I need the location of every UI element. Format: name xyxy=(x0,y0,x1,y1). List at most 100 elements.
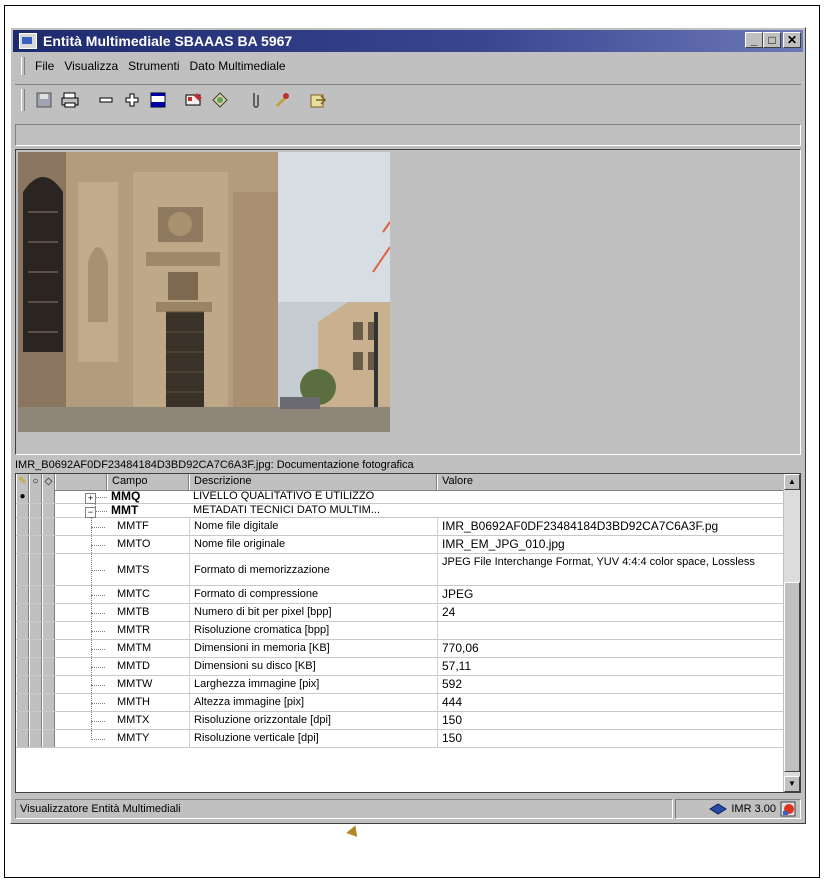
version-label: IMR 3.00 xyxy=(731,803,776,815)
table-row[interactable]: MMTS Formato di memorizzazione JPEG File… xyxy=(16,554,784,586)
header-valore[interactable]: Valore xyxy=(437,474,784,490)
header-descrizione[interactable]: Descrizione xyxy=(189,474,437,490)
row-selected-bullet: ● xyxy=(16,490,29,503)
circle-column-icon: ○ xyxy=(29,474,42,490)
menu-bar: File Visualizza Strumenti Dato Multimedi… xyxy=(15,56,801,76)
valore-cell[interactable]: JPEG xyxy=(437,586,784,603)
scroll-thumb[interactable] xyxy=(784,582,800,772)
book-icon xyxy=(709,803,728,815)
scroll-up-icon[interactable]: ▲ xyxy=(784,474,800,490)
valore-cell[interactable]: IMR_EM_JPG_010.jpg xyxy=(437,536,784,553)
table-row[interactable]: MMTX Risoluzione orizzontale [dpi] 150 xyxy=(16,712,784,730)
close-button[interactable]: ✕ xyxy=(783,32,801,48)
valore-cell[interactable]: IMR_B0692AF0DF23484184D3BD92CA7C6A3F.pg xyxy=(437,518,784,535)
status-bar: Visualizzatore Entità Multimediali IMR 3… xyxy=(15,798,801,820)
status-version-panel: IMR 3.00 xyxy=(675,799,801,819)
photo-image xyxy=(18,152,390,432)
metadata-grid[interactable]: ✎ ○ ◇ Campo Descrizione Valore ● + MMQ L… xyxy=(15,473,801,793)
app-window: Entità Multimediale SBAAAS BA 5967 _ □ ✕… xyxy=(10,27,806,824)
alert-icon[interactable] xyxy=(780,801,796,817)
descrizione-cell: Larghezza immagine [pix] xyxy=(189,676,437,693)
table-row[interactable]: MMTY Risoluzione verticale [dpi] 150 xyxy=(16,730,784,748)
descrizione-cell: Risoluzione verticale [dpi] xyxy=(189,730,437,747)
group-row-mmq[interactable]: ● + MMQ LIVELLO QUALITATIVO E UTILIZZO xyxy=(16,490,784,504)
tree-column-header xyxy=(55,474,107,490)
image-icon[interactable] xyxy=(209,89,231,111)
descrizione-cell: Altezza immagine [pix] xyxy=(189,694,437,711)
valore-cell[interactable]: 150 xyxy=(437,730,784,747)
valore-cell[interactable] xyxy=(437,622,784,639)
maximize-button[interactable]: □ xyxy=(763,32,781,48)
campo-cell: MMTY xyxy=(117,732,150,744)
table-row[interactable]: MMTC Formato di compressione JPEG xyxy=(16,586,784,604)
grid-rows: ● + MMQ LIVELLO QUALITATIVO E UTILIZZO −… xyxy=(16,490,784,792)
campo-cell: MMTB xyxy=(117,606,150,618)
descrizione-cell: Dimensioni in memoria [KB] xyxy=(189,640,437,657)
campo-cell: MMTS xyxy=(117,564,150,576)
descrizione-cell: METADATI TECNICI DATO MULTIM... xyxy=(193,504,381,516)
valore-cell[interactable]: 444 xyxy=(437,694,784,711)
edit-column-icon: ✎ xyxy=(16,474,29,490)
toolbar xyxy=(15,84,801,115)
photo xyxy=(18,152,390,432)
valore-cell xyxy=(437,490,784,503)
export-icon[interactable] xyxy=(307,89,329,111)
campo-cell: MMTH xyxy=(117,696,150,708)
menu-strumenti[interactable]: Strumenti xyxy=(124,59,185,73)
window-title: Entità Multimediale SBAAAS BA 5967 xyxy=(43,33,293,49)
menu-dato-multimediale[interactable]: Dato Multimediale xyxy=(186,59,292,73)
remove-icon[interactable] xyxy=(95,89,117,111)
vertical-scrollbar[interactable]: ▲ ▼ xyxy=(783,474,800,792)
table-row[interactable]: MMTR Risoluzione cromatica [bpp] xyxy=(16,622,784,640)
campo-cell: MMQ xyxy=(111,489,141,503)
tool-icon[interactable] xyxy=(271,89,293,111)
collapse-icon[interactable]: − xyxy=(85,507,96,518)
campo-cell: MMTD xyxy=(117,660,150,672)
table-row[interactable]: MMTM Dimensioni in memoria [KB] 770,06 xyxy=(16,640,784,658)
descrizione-cell: Numero di bit per pixel [bpp] xyxy=(189,604,437,621)
campo-cell: MMTR xyxy=(117,624,150,636)
minimize-button[interactable]: _ xyxy=(745,32,763,48)
valore-cell[interactable]: 592 xyxy=(437,676,784,693)
campo-cell: MMT xyxy=(111,503,139,517)
valore-cell[interactable]: 770,06 xyxy=(437,640,784,657)
valore-cell[interactable]: JPEG File Interchange Format, YUV 4:4:4 … xyxy=(437,554,784,585)
table-row[interactable]: MMTO Nome file originale IMR_EM_JPG_010.… xyxy=(16,536,784,554)
menu-grip xyxy=(21,57,25,75)
toolbar-grip xyxy=(21,89,25,111)
info-strip xyxy=(15,124,801,146)
menu-visualizza[interactable]: Visualizza xyxy=(60,59,124,73)
campo-cell: MMTF xyxy=(117,520,149,532)
app-icon xyxy=(19,33,37,49)
scroll-down-icon[interactable]: ▼ xyxy=(784,776,800,792)
header-campo[interactable]: Campo xyxy=(107,474,189,490)
table-row[interactable]: MMTD Dimensioni su disco [KB] 57,11 xyxy=(16,658,784,676)
print-icon[interactable] xyxy=(59,89,81,111)
table-row[interactable]: MMTB Numero di bit per pixel [bpp] 24 xyxy=(16,604,784,622)
title-bar[interactable]: Entità Multimediale SBAAAS BA 5967 _ □ ✕ xyxy=(13,30,803,52)
valore-cell[interactable]: 57,11 xyxy=(437,658,784,675)
descrizione-cell: Risoluzione cromatica [bpp] xyxy=(189,622,437,639)
table-row[interactable]: MMTF Nome file digitale IMR_B0692AF0DF23… xyxy=(16,518,784,536)
valore-cell[interactable]: 24 xyxy=(437,604,784,621)
table-row[interactable]: MMTH Altezza immagine [pix] 444 xyxy=(16,694,784,712)
menu-file[interactable]: File xyxy=(31,59,60,73)
window-icon[interactable] xyxy=(147,89,169,111)
group-row-mmt[interactable]: − MMT METADATI TECNICI DATO MULTIM... xyxy=(16,504,784,518)
status-text: Visualizzatore Entità Multimediali xyxy=(15,799,673,819)
descrizione-cell: Risoluzione orizzontale [dpi] xyxy=(189,712,437,729)
attach-icon[interactable] xyxy=(245,89,267,111)
id-card-icon[interactable] xyxy=(183,89,205,111)
table-row[interactable]: MMTW Larghezza immagine [pix] 592 xyxy=(16,676,784,694)
campo-cell: MMTW xyxy=(117,678,153,690)
image-column-icon: ◇ xyxy=(42,474,55,490)
descrizione-cell: Dimensioni su disco [KB] xyxy=(189,658,437,675)
campo-cell: MMTC xyxy=(117,588,150,600)
add-icon[interactable] xyxy=(121,89,143,111)
valore-cell[interactable]: 150 xyxy=(437,712,784,729)
descrizione-cell: Formato di compressione xyxy=(189,586,437,603)
image-viewer[interactable] xyxy=(15,149,801,455)
save-icon[interactable] xyxy=(33,89,55,111)
descrizione-cell: LIVELLO QUALITATIVO E UTILIZZO xyxy=(193,490,375,502)
expand-icon[interactable]: + xyxy=(85,493,96,504)
